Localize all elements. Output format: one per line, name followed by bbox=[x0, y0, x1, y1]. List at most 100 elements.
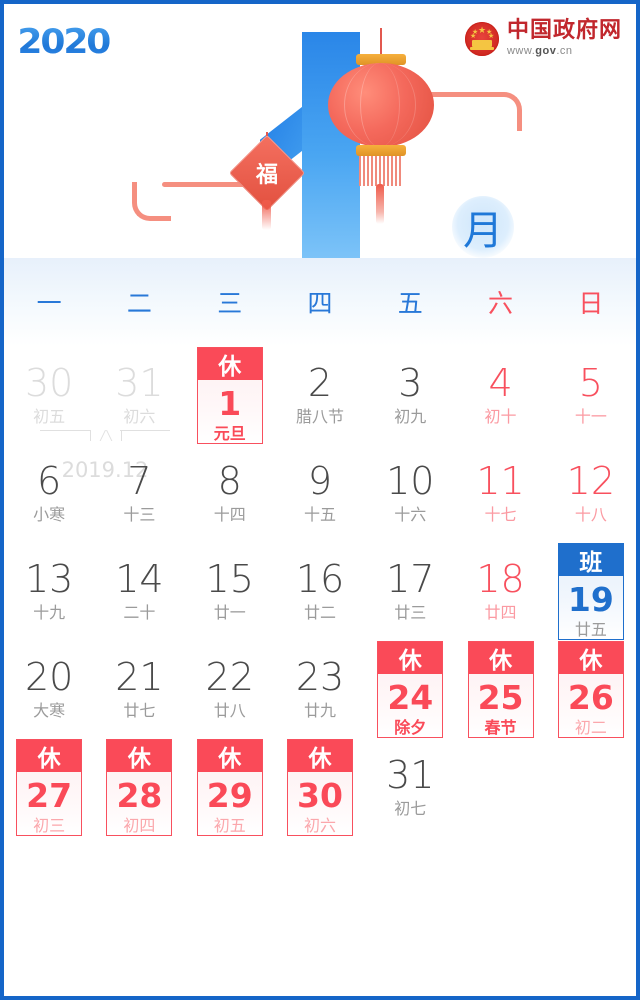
week-row-wrap-0: 30 初五 31 初六休 1 元旦 2 腊八节 3 初九 4 初十 5 十一 2019.12 bbox=[4, 346, 636, 482]
day-cell[interactable]: 30 初五 bbox=[4, 346, 94, 444]
calendar-body: 30 初五 31 初六休 1 元旦 2 腊八节 3 初九 4 初十 5 十一 2019.12 6 小寒 7 十三… bbox=[4, 346, 636, 836]
holiday-badge: 休 bbox=[558, 641, 623, 674]
weekday-label-6: 日 bbox=[578, 289, 604, 318]
day-number: 14 bbox=[115, 557, 164, 601]
holiday-cell[interactable]: 休 29 初五 bbox=[196, 738, 263, 836]
holiday-cell[interactable]: 休 27 初三 bbox=[16, 738, 83, 836]
lunar-label: 初五 bbox=[213, 815, 246, 835]
day-cell[interactable]: 31 初六 bbox=[94, 346, 184, 444]
holiday-badge: 休 bbox=[287, 739, 352, 772]
holiday-badge: 休 bbox=[197, 347, 262, 380]
lunar-label: 十六 bbox=[394, 505, 427, 524]
cloud-ornament-icon bbox=[132, 182, 248, 221]
workday-cell[interactable]: 班 19 廿五 bbox=[557, 542, 624, 640]
day-cell[interactable]: 休 26 初二 bbox=[546, 640, 636, 738]
holiday-cell[interactable]: 休 28 初四 bbox=[106, 738, 173, 836]
day-cell[interactable]: 17 廿三 bbox=[365, 542, 455, 640]
day-cell[interactable]: 13 十九 bbox=[4, 542, 94, 640]
lantern-cord bbox=[380, 28, 382, 54]
holiday-cell[interactable]: 休 26 初二 bbox=[557, 640, 624, 738]
day-number: 2 bbox=[307, 361, 333, 405]
day-number: 12 bbox=[566, 459, 616, 503]
day-number: 17 bbox=[386, 557, 435, 601]
week-row: 30 初五 31 初六 休 1 元旦 2 腊八节 3 初九 4 初十 5 十一 bbox=[4, 346, 636, 444]
lunar-label: 初六 bbox=[123, 407, 156, 426]
day-cell[interactable]: 12 十八 bbox=[546, 444, 636, 542]
calendar-page: 2020 ★ ★ ★ ★ ★ 中国政府网 www.gov.cn 福 月 一 二 … bbox=[0, 0, 640, 1000]
day-cell[interactable]: 7 十三 bbox=[94, 444, 184, 542]
day-cell[interactable]: 16 廿二 bbox=[275, 542, 365, 640]
holiday-cell[interactable]: 休 1 元旦 bbox=[196, 346, 263, 444]
day-cell[interactable]: 23 廿九 bbox=[275, 640, 365, 738]
day-cell[interactable]: 10 十六 bbox=[365, 444, 455, 542]
day-number: 27 bbox=[26, 775, 73, 815]
lunar-label: 十五 bbox=[303, 505, 336, 524]
day-cell[interactable]: 班 19 廿五 bbox=[546, 542, 636, 640]
lunar-label: 元旦 bbox=[213, 423, 246, 443]
url-suffix: .cn bbox=[556, 45, 573, 57]
day-number: 28 bbox=[116, 775, 163, 815]
holiday-cell[interactable]: 休 24 除夕 bbox=[377, 640, 444, 738]
lunar-label: 廿三 bbox=[394, 603, 427, 622]
day-number: 6 bbox=[37, 459, 62, 503]
day-number: 13 bbox=[24, 557, 74, 601]
lunar-label: 除夕 bbox=[394, 717, 427, 737]
day-cell[interactable]: 2 腊八节 bbox=[275, 346, 365, 444]
gov-site-url: www.gov.cn bbox=[507, 46, 622, 57]
day-number: 21 bbox=[115, 655, 164, 699]
weekday-label-1: 二 bbox=[126, 289, 152, 318]
lunar-label: 廿八 bbox=[213, 701, 246, 720]
day-cell[interactable]: 休 1 元旦 bbox=[185, 346, 275, 444]
day-cell[interactable]: 6 小寒 bbox=[4, 444, 94, 542]
emblem-star-icon: ★ bbox=[477, 24, 487, 35]
lantern-rib bbox=[360, 63, 400, 147]
day-cell[interactable]: 11 十七 bbox=[455, 444, 545, 542]
day-cell[interactable]: 20 大寒 bbox=[4, 640, 94, 738]
day-number: 3 bbox=[398, 361, 423, 405]
day-cell[interactable]: 休 27 初三 bbox=[4, 738, 94, 836]
day-cell[interactable]: 休 25 春节 bbox=[455, 640, 545, 738]
day-cell[interactable]: 休 24 除夕 bbox=[365, 640, 455, 738]
lunar-label: 初六 bbox=[303, 815, 336, 835]
lunar-label: 廿九 bbox=[303, 701, 336, 720]
weekday-label-2: 三 bbox=[217, 289, 243, 318]
day-cell[interactable]: 休 30 初六 bbox=[275, 738, 365, 836]
holiday-cell[interactable]: 休 25 春节 bbox=[467, 640, 534, 738]
gov-site-text: 中国政府网 www.gov.cn bbox=[507, 20, 622, 57]
month-badge: 月 bbox=[452, 196, 514, 258]
day-cell[interactable]: 3 初九 bbox=[365, 346, 455, 444]
lunar-label: 十八 bbox=[574, 505, 607, 524]
gov-site-logo[interactable]: ★ ★ ★ ★ ★ 中国政府网 www.gov.cn bbox=[464, 20, 622, 57]
day-number: 25 bbox=[477, 677, 524, 717]
month-glyph: 月 bbox=[463, 208, 503, 254]
lunar-label: 大寒 bbox=[33, 701, 66, 720]
day-number: 18 bbox=[476, 557, 525, 601]
lunar-label: 初七 bbox=[394, 799, 427, 818]
day-number: 1 bbox=[218, 383, 242, 423]
fu-charm-tassel bbox=[262, 200, 271, 230]
day-number: 19 bbox=[567, 579, 614, 619]
day-cell[interactable]: 休 29 初五 bbox=[185, 738, 275, 836]
day-cell[interactable]: 5 十一 bbox=[546, 346, 636, 444]
holiday-cell[interactable]: 休 30 初六 bbox=[286, 738, 353, 836]
lunar-label: 初五 bbox=[33, 407, 66, 426]
emblem-star-icon: ★ bbox=[469, 32, 477, 40]
day-cell[interactable]: 4 初十 bbox=[455, 346, 545, 444]
week-row: 6 小寒 7 十三 8 十四 9 十五 10 十六 11 十七 12 十八 bbox=[4, 444, 636, 542]
day-cell[interactable]: 21 廿七 bbox=[94, 640, 184, 738]
day-number: 7 bbox=[127, 459, 152, 503]
day-cell[interactable]: 15 廿一 bbox=[185, 542, 275, 640]
holiday-badge: 休 bbox=[378, 641, 443, 674]
lunar-label: 十三 bbox=[123, 505, 156, 524]
day-cell[interactable]: 8 十四 bbox=[185, 444, 275, 542]
day-cell[interactable]: 14 二十 bbox=[94, 542, 184, 640]
day-cell[interactable]: 22 廿八 bbox=[185, 640, 275, 738]
day-cell[interactable]: 休 28 初四 bbox=[94, 738, 184, 836]
day-cell[interactable]: 9 十五 bbox=[275, 444, 365, 542]
day-cell[interactable]: 31 初七 bbox=[365, 738, 455, 836]
workday-badge: 班 bbox=[558, 543, 623, 576]
day-cell[interactable]: 18 廿四 bbox=[455, 542, 545, 640]
lantern-icon bbox=[326, 28, 436, 224]
day-number: 23 bbox=[295, 655, 345, 699]
weekday-label-5: 六 bbox=[488, 289, 514, 318]
